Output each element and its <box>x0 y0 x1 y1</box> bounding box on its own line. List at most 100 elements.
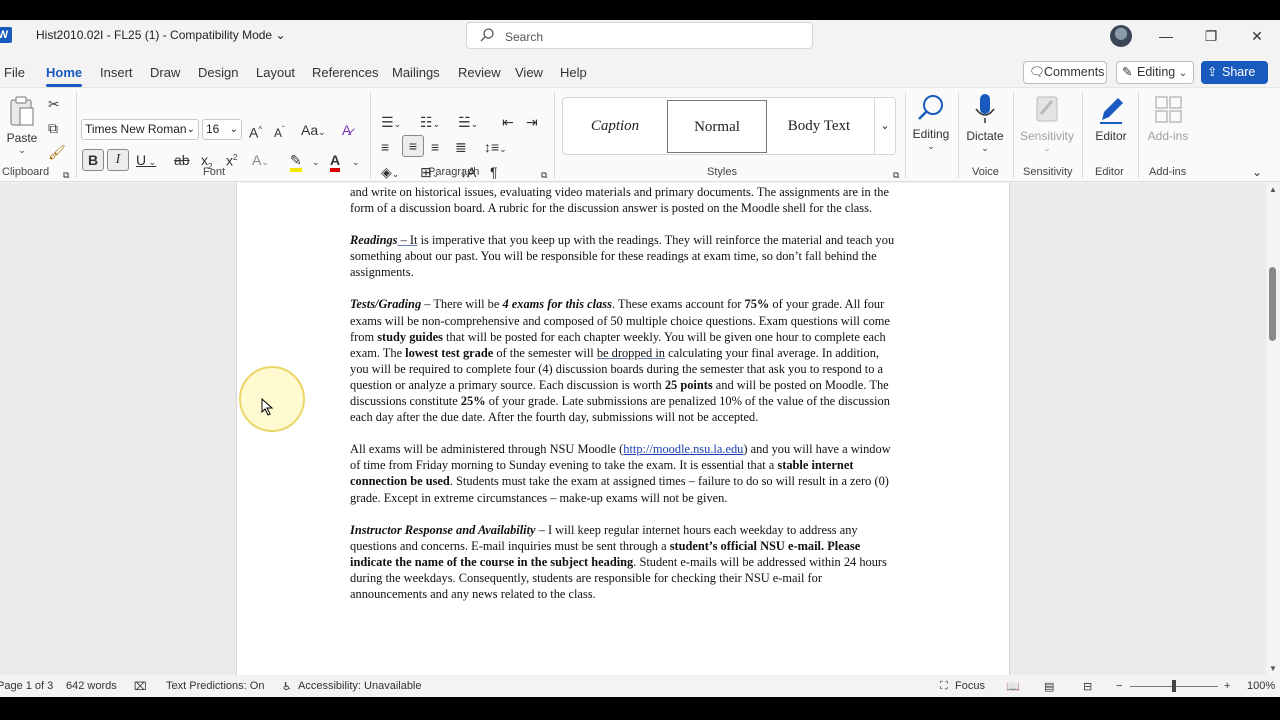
multilevel-list-icon[interactable]: ☱⌄ <box>458 114 478 132</box>
zoom-out-icon[interactable]: − <box>1116 680 1122 692</box>
tab-file[interactable]: File <box>4 65 25 80</box>
strikethrough-button[interactable]: ab <box>174 152 190 168</box>
style-body-text[interactable]: Body Text <box>769 100 869 153</box>
focus-button[interactable]: Focus <box>955 680 985 692</box>
tab-references[interactable]: References <box>312 65 378 80</box>
italic-button[interactable]: I <box>107 149 129 171</box>
bullets-icon[interactable]: ☰⌄ <box>381 114 401 132</box>
style-caption[interactable]: Caption <box>565 100 665 153</box>
close-button[interactable]: ✕ <box>1247 26 1267 46</box>
bold-button[interactable]: B <box>82 149 104 171</box>
tab-view[interactable]: View <box>515 65 543 80</box>
tab-insert[interactable]: Insert <box>100 65 133 80</box>
add-ins-button[interactable]: Add-ins <box>1143 92 1193 143</box>
share-button[interactable]: ⇪ Share ⌄ <box>1201 61 1268 100</box>
scrollbar-thumb[interactable] <box>1269 267 1276 341</box>
sensitivity-icon <box>1036 96 1058 122</box>
comment-icon: 🗨 <box>1029 65 1045 79</box>
editing-button[interactable]: Editing ⌄ <box>910 92 952 152</box>
grow-font-icon[interactable]: A^ <box>249 122 262 141</box>
dictate-button[interactable]: Dictate ⌄ <box>963 92 1007 154</box>
text-effects-icon[interactable]: A⌄ <box>252 152 269 170</box>
accessibility-icon: ♿ <box>282 681 292 693</box>
restore-button[interactable]: ❐ <box>1201 26 1221 46</box>
tab-mailings[interactable]: Mailings <box>392 65 440 80</box>
editing-mode-button[interactable]: ✎ Editing ⌄ <box>1116 61 1194 84</box>
editor-pen-icon <box>1100 98 1123 124</box>
pencil-icon: ✎ <box>1122 65 1133 79</box>
shrink-font-icon[interactable]: Aˇ <box>274 122 285 141</box>
superscript-button[interactable]: x2 <box>226 150 237 169</box>
font-name-select[interactable]: Times New Roman ⌄ <box>81 119 199 140</box>
document-title[interactable]: Hist2010.02I - FL25 (1) - Compatibility … <box>36 28 286 42</box>
add-ins-group-label: Add-ins <box>1149 166 1187 178</box>
font-group-label: Font <box>203 166 226 178</box>
show-formatting-icon[interactable]: ¶ <box>490 164 498 180</box>
styles-more-button[interactable]: ⌄ <box>874 98 895 154</box>
chevron-down-icon: ⌄ <box>1178 68 1188 79</box>
tab-home[interactable]: Home <box>46 65 82 80</box>
dialog-launcher-icon[interactable]: ⧉ <box>893 167 899 183</box>
chevron-down-icon: ⌄ <box>18 145 26 155</box>
tab-layout[interactable]: Layout <box>256 65 295 80</box>
print-layout-icon[interactable]: ▤ <box>1044 680 1054 693</box>
proofing-icon[interactable]: ⌧ <box>134 680 147 693</box>
document-body[interactable]: and write on historical issues, evaluati… <box>350 184 898 618</box>
tab-help[interactable]: Help <box>560 65 587 80</box>
align-center-icon[interactable]: ≡ <box>402 135 424 157</box>
format-painter-icon[interactable]: 🖌 <box>48 144 66 160</box>
underline-button[interactable]: U ⌄ <box>136 152 156 170</box>
tab-draw[interactable]: Draw <box>150 65 180 80</box>
font-size-select[interactable]: 16 ⌄ <box>202 119 242 140</box>
justify-icon[interactable]: ≣ <box>455 139 467 155</box>
web-layout-icon[interactable]: ⊟ <box>1083 680 1092 693</box>
clear-formatting-icon[interactable]: A̷ <box>342 122 351 138</box>
status-bar: Page 1 of 3 642 words ⌧ Text Predictions… <box>0 675 1280 697</box>
increase-indent-icon[interactable]: ⇥ <box>526 114 538 130</box>
style-normal[interactable]: Normal <box>667 100 767 153</box>
font-color-icon[interactable]: A <box>330 152 341 172</box>
scroll-down-icon[interactable]: ▼ <box>1269 664 1277 673</box>
vertical-scrollbar[interactable]: ▲ ▼ <box>1266 183 1280 675</box>
shading-icon[interactable]: ◈⌄ <box>381 164 399 182</box>
scroll-up-icon[interactable]: ▲ <box>1269 185 1277 194</box>
decrease-indent-icon[interactable]: ⇤ <box>502 114 514 130</box>
dialog-launcher-icon[interactable]: ⧉ <box>63 167 69 183</box>
zoom-in-icon[interactable]: + <box>1224 680 1230 692</box>
sensitivity-button[interactable]: Sensitivity ⌄ <box>1017 92 1077 154</box>
highlight-icon[interactable]: ✎ <box>290 152 302 172</box>
page-count[interactable]: Page 1 of 3 <box>0 680 53 692</box>
tab-review[interactable]: Review <box>458 65 501 80</box>
copy-icon[interactable]: ⧉ <box>48 120 58 136</box>
avatar[interactable] <box>1110 25 1132 47</box>
divider <box>958 92 959 178</box>
word-count[interactable]: 642 words <box>66 680 117 692</box>
change-case-icon[interactable]: Aa⌄ <box>301 122 326 140</box>
editor-button[interactable]: Editor <box>1090 92 1132 143</box>
cut-icon[interactable]: ✂ <box>48 96 60 112</box>
chevron-down-icon: ⌄ <box>981 143 989 153</box>
search-input[interactable]: Search <box>466 22 813 49</box>
chevron-down-icon[interactable]: ⌄ <box>312 154 320 170</box>
find-icon <box>918 95 943 120</box>
align-right-icon[interactable]: ≡ <box>431 139 439 155</box>
comments-button[interactable]: 🗨 Comments <box>1023 61 1107 84</box>
paragraph-group-label: Paragraph <box>428 166 480 178</box>
align-left-icon[interactable]: ≡ <box>381 139 389 155</box>
share-icon: ⇪ <box>1207 65 1218 79</box>
accessibility-status[interactable]: Accessibility: Unavailable <box>298 680 422 692</box>
collapse-ribbon-icon[interactable]: ⌄ <box>1252 164 1262 180</box>
read-mode-icon[interactable]: 📖 <box>1006 680 1020 693</box>
dialog-launcher-icon[interactable]: ⧉ <box>541 167 547 183</box>
paste-button[interactable]: Paste ⌄ <box>6 96 38 156</box>
text-predictions-status[interactable]: Text Predictions: On <box>166 680 264 692</box>
line-spacing-icon[interactable]: ↕≡⌄ <box>484 139 507 157</box>
document-page[interactable]: and write on historical issues, evaluati… <box>236 183 1010 675</box>
numbering-icon[interactable]: ☷⌄ <box>420 114 440 132</box>
chevron-down-icon[interactable]: ⌄ <box>352 154 360 170</box>
zoom-level[interactable]: 100% <box>1247 680 1275 692</box>
zoom-slider-thumb[interactable] <box>1172 680 1176 692</box>
moodle-link[interactable]: http://moodle.nsu.la.edu <box>623 442 743 456</box>
minimize-button[interactable]: — <box>1156 26 1176 46</box>
tab-design[interactable]: Design <box>198 65 238 80</box>
